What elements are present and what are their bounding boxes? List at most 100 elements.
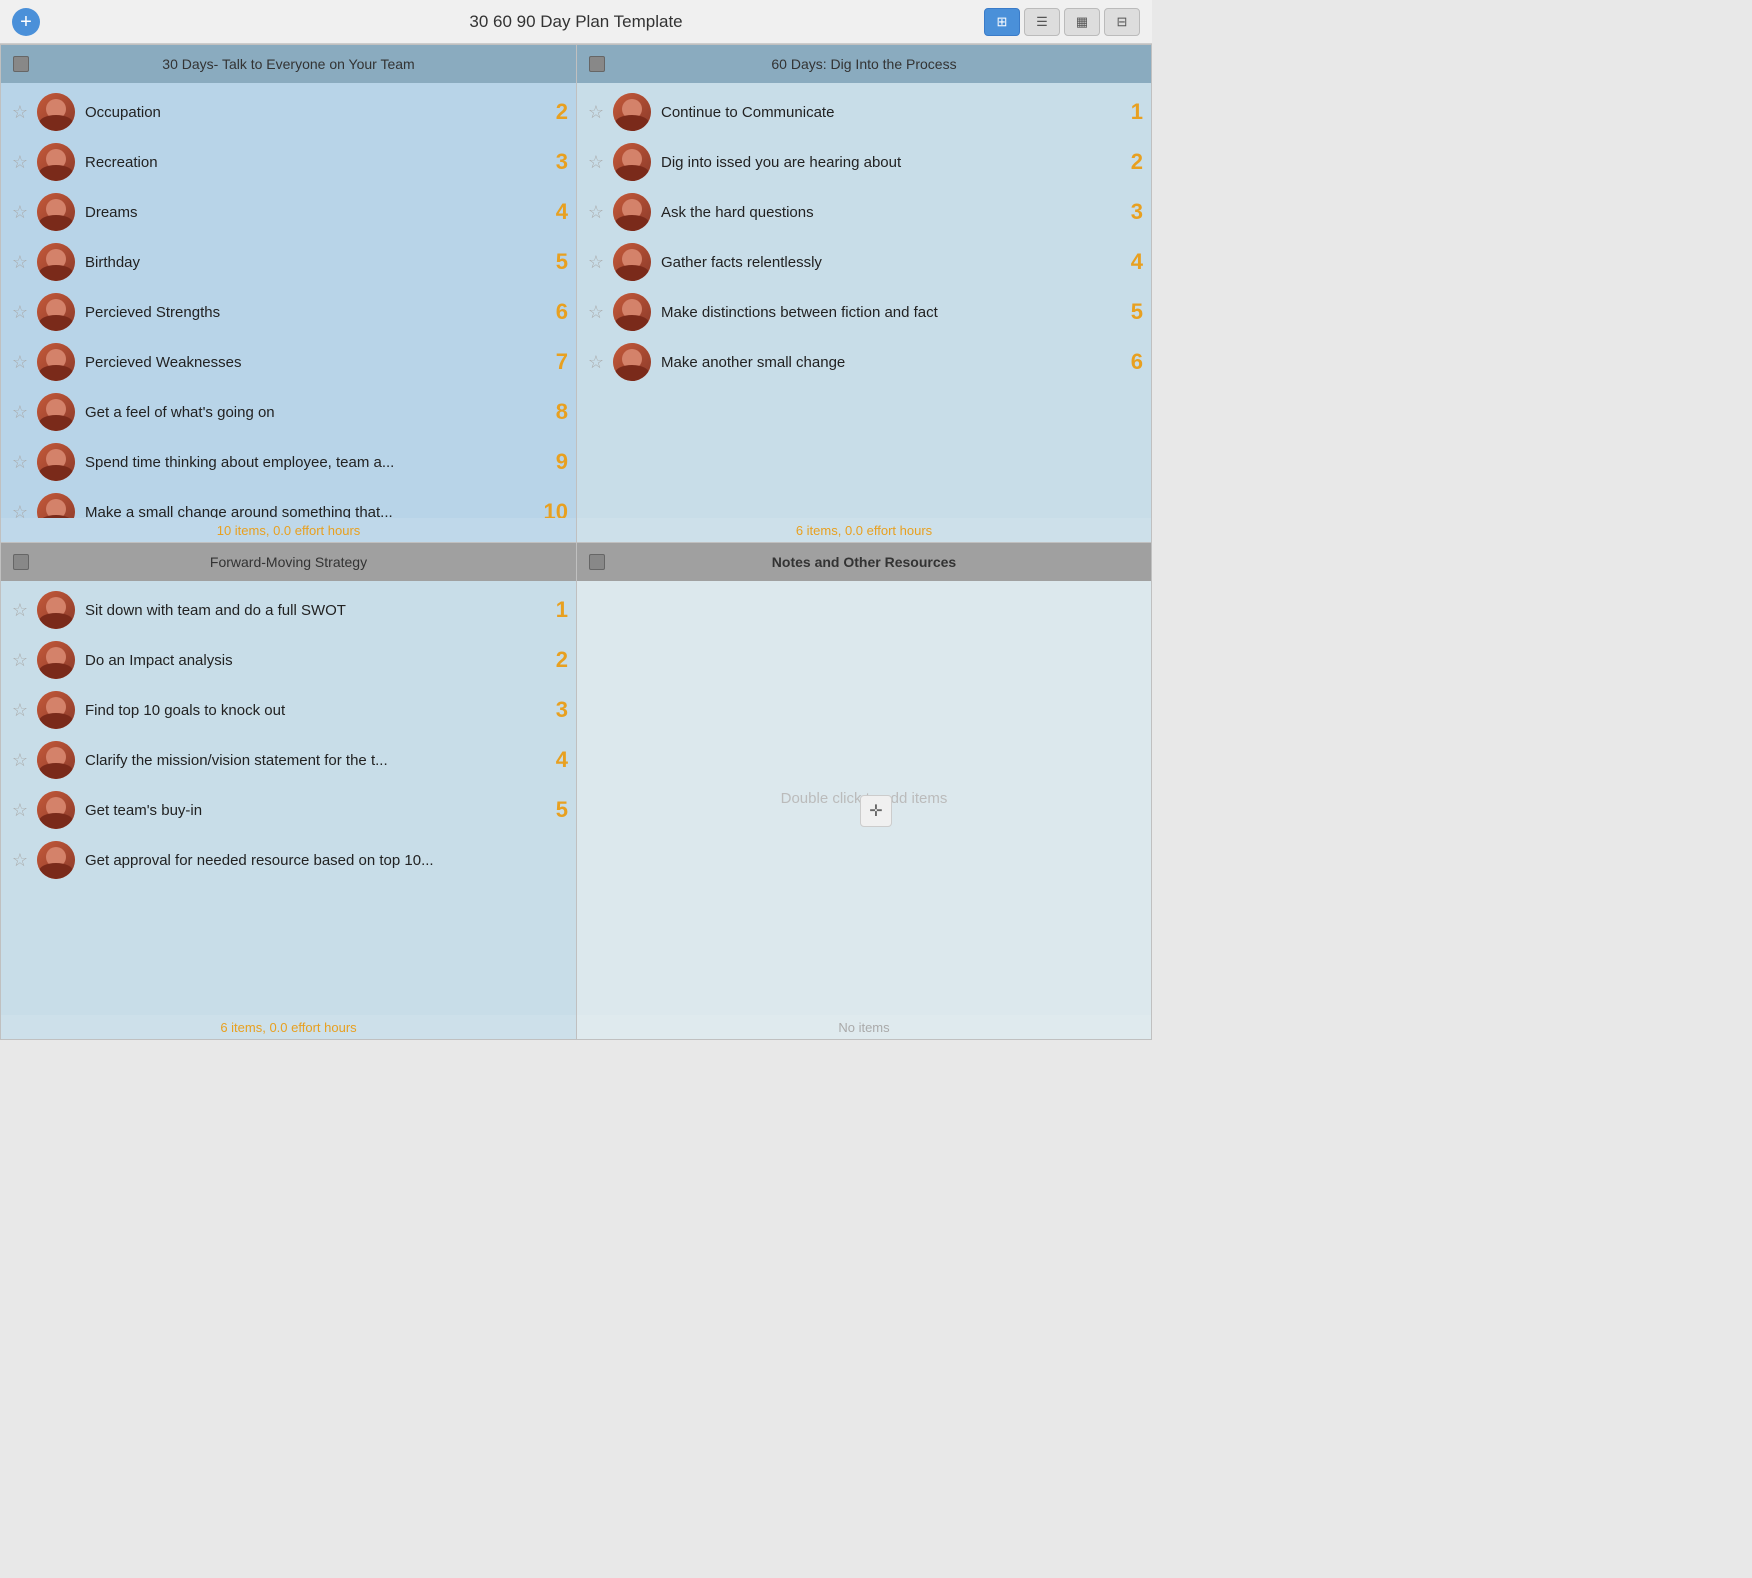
star-icon[interactable]: ☆ xyxy=(9,649,31,671)
list-item[interactable]: ☆Continue to Communicate1 xyxy=(577,87,1151,137)
avatar xyxy=(37,841,75,879)
item-label: Clarify the mission/vision statement for… xyxy=(85,752,538,769)
center-drag-handle[interactable]: ✛ xyxy=(860,795,892,827)
q2-header: 60 Days: Dig Into the Process xyxy=(577,45,1151,83)
star-icon[interactable]: ☆ xyxy=(585,301,607,323)
q1-header: 30 Days- Talk to Everyone on Your Team xyxy=(1,45,576,83)
list-view-button[interactable]: ☰ xyxy=(1024,8,1060,36)
star-icon[interactable]: ☆ xyxy=(9,699,31,721)
star-icon[interactable]: ☆ xyxy=(9,451,31,473)
list-item[interactable]: ☆ Get approval for needed resource based … xyxy=(1,835,576,885)
q4-checkbox[interactable] xyxy=(589,554,605,570)
list-item[interactable]: ☆Get team's buy-in5 xyxy=(1,785,576,835)
list-item[interactable]: ☆Percieved Weaknesses7 xyxy=(1,337,576,387)
avatar xyxy=(37,443,75,481)
star-icon[interactable]: ☆ xyxy=(9,301,31,323)
list-item[interactable]: ☆ Ask the hard questions3 xyxy=(577,187,1151,237)
list-item[interactable]: ☆Birthday5 xyxy=(1,237,576,287)
star-icon[interactable]: ☆ xyxy=(9,201,31,223)
star-icon[interactable]: ☆ xyxy=(9,749,31,771)
avatar xyxy=(37,293,75,331)
list-item[interactable]: ☆Dig into issed you are hearing about2 xyxy=(577,137,1151,187)
q3-checkbox[interactable] xyxy=(13,554,29,570)
star-icon[interactable]: ☆ xyxy=(9,101,31,123)
avatar xyxy=(613,193,651,231)
item-label: Do an Impact analysis xyxy=(85,652,538,669)
q2-title: 60 Days: Dig Into the Process xyxy=(605,56,1123,72)
item-number: 6 xyxy=(1113,349,1143,375)
item-number: 4 xyxy=(538,199,568,225)
list-item[interactable]: ☆ Clarify the mission/vision statement fo… xyxy=(1,735,576,785)
q1-title: 30 Days- Talk to Everyone on Your Team xyxy=(29,56,548,72)
add-button[interactable]: + xyxy=(12,8,40,36)
item-number: 3 xyxy=(538,149,568,175)
star-icon[interactable]: ☆ xyxy=(585,101,607,123)
item-number: 10 xyxy=(538,499,568,518)
avatar xyxy=(37,343,75,381)
list-item[interactable]: ☆Make another small change6 xyxy=(577,337,1151,387)
star-icon[interactable]: ☆ xyxy=(9,501,31,518)
item-label: Percieved Weaknesses xyxy=(85,354,538,371)
avatar xyxy=(613,93,651,131)
list-item[interactable]: ☆ Sit down with team and do a full SWOT1 xyxy=(1,585,576,635)
q2-items: ☆Continue to Communicate1☆Dig into issed… xyxy=(577,83,1151,518)
star-icon[interactable]: ☆ xyxy=(9,351,31,373)
list-item[interactable]: ☆ Recreation3 xyxy=(1,137,576,187)
q2-checkbox[interactable] xyxy=(589,56,605,72)
item-label: Find top 10 goals to knock out xyxy=(85,702,538,719)
item-label: Get approval for needed resource based o… xyxy=(85,852,538,869)
item-number: 4 xyxy=(538,747,568,773)
item-label: Dreams xyxy=(85,204,538,221)
item-label: Percieved Strengths xyxy=(85,304,538,321)
q4-footer: No items xyxy=(577,1015,1151,1039)
star-icon[interactable]: ☆ xyxy=(585,151,607,173)
list-item[interactable]: ☆Make distinctions between fiction and f… xyxy=(577,287,1151,337)
item-label: Get team's buy-in xyxy=(85,802,538,819)
item-label: Occupation xyxy=(85,104,538,121)
avatar xyxy=(613,143,651,181)
q3-title: Forward-Moving Strategy xyxy=(29,554,548,570)
grid-view-button[interactable]: ⊞ xyxy=(984,8,1020,36)
list-item[interactable]: ☆ Dreams4 xyxy=(1,187,576,237)
star-icon[interactable]: ☆ xyxy=(585,351,607,373)
star-icon[interactable]: ☆ xyxy=(9,401,31,423)
list-item[interactable]: ☆Spend time thinking about employee, tea… xyxy=(1,437,576,487)
item-label: Recreation xyxy=(85,154,538,171)
quadrant-strategy: Forward-Moving Strategy ☆ Sit down with t… xyxy=(0,542,576,1040)
table-view-button[interactable]: ⊟ xyxy=(1104,8,1140,36)
q1-items: ☆ Occupation2 ☆ Recreation3 ☆ Dreams4 ☆Birthda… xyxy=(1,83,576,518)
q4-title: Notes and Other Resources xyxy=(605,554,1123,570)
avatar xyxy=(613,343,651,381)
item-number: 3 xyxy=(1113,199,1143,225)
list-item[interactable]: ☆Make a small change around something th… xyxy=(1,487,576,518)
star-icon[interactable]: ☆ xyxy=(9,849,31,871)
q1-footer: 10 items, 0.0 effort hours xyxy=(1,518,576,542)
app-title: 30 60 90 Day Plan Template xyxy=(469,12,682,32)
item-number: 4 xyxy=(1113,249,1143,275)
star-icon[interactable]: ☆ xyxy=(9,599,31,621)
item-number: 1 xyxy=(538,597,568,623)
item-number: 9 xyxy=(538,449,568,475)
item-label: Ask the hard questions xyxy=(661,204,1113,221)
avatar xyxy=(37,691,75,729)
item-number: 2 xyxy=(538,99,568,125)
quadrant-notes: Notes and Other Resources Double click t… xyxy=(576,542,1152,1040)
star-icon[interactable]: ☆ xyxy=(9,251,31,273)
list-item[interactable]: ☆Percieved Strengths6 xyxy=(1,287,576,337)
q3-items: ☆Sit down with team and do a full SWOT1☆… xyxy=(1,581,576,1015)
avatar xyxy=(37,243,75,281)
list-item[interactable]: ☆ Gather facts relentlessly4 xyxy=(577,237,1151,287)
item-label: Gather facts relentlessly xyxy=(661,254,1113,271)
list-item[interactable]: ☆ Occupation2 xyxy=(1,87,576,137)
avatar xyxy=(37,143,75,181)
star-icon[interactable]: ☆ xyxy=(585,201,607,223)
star-icon[interactable]: ☆ xyxy=(9,799,31,821)
list-item[interactable]: ☆Do an Impact analysis2 xyxy=(1,635,576,685)
star-icon[interactable]: ☆ xyxy=(9,151,31,173)
q1-checkbox[interactable] xyxy=(13,56,29,72)
list-item[interactable]: ☆Find top 10 goals to knock out3 xyxy=(1,685,576,735)
list-item[interactable]: ☆Get a feel of what's going on8 xyxy=(1,387,576,437)
item-label: Sit down with team and do a full SWOT xyxy=(85,602,538,619)
calendar-view-button[interactable]: ▦ xyxy=(1064,8,1100,36)
star-icon[interactable]: ☆ xyxy=(585,251,607,273)
